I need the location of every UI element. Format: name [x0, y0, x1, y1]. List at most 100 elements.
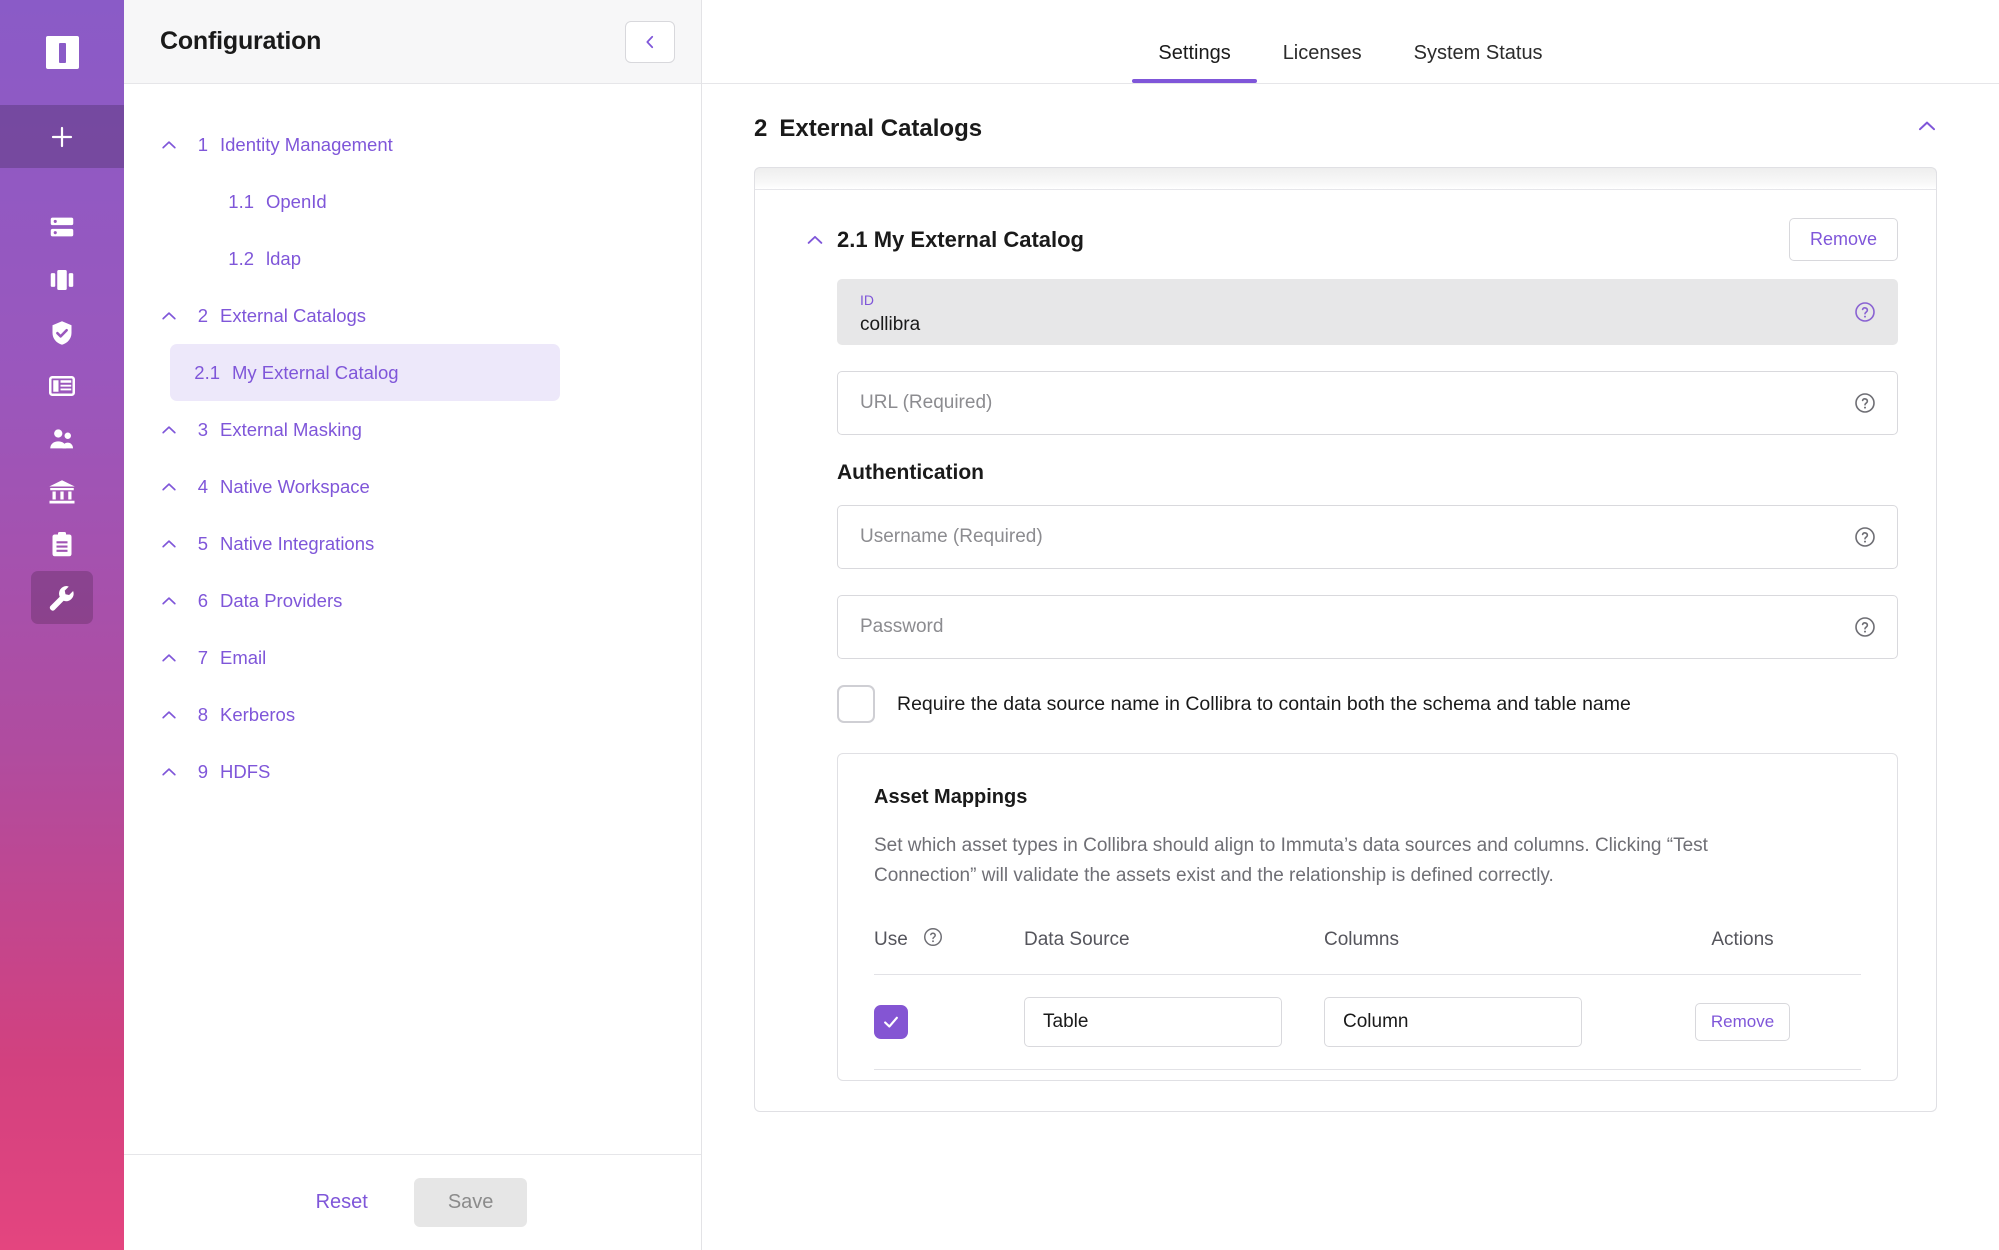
schema-table-name-checkbox-row[interactable]: Require the data source name in Collibra… [837, 685, 1898, 723]
tree-item-label: Identity Management [220, 133, 393, 155]
tree-item-number: 2 [197, 304, 208, 326]
chevron-up-icon[interactable] [152, 420, 186, 440]
use-help-icon[interactable] [922, 926, 944, 954]
previous-catalog-card-stub [754, 167, 1937, 189]
configuration-tree: 1 Identity Management 1.1 OpenId 1.2 ldap 2 Ext… [124, 84, 701, 1154]
tree-item-number: 1 [197, 133, 208, 155]
data-sources-icon [50, 217, 74, 236]
chevron-up-icon [162, 710, 176, 718]
settings-scroll-area[interactable]: 2.1 My External Catalog Remove ID collib… [702, 167, 1999, 1250]
cell-columns: Column [1324, 974, 1624, 1070]
catalog-title: 2.1 My External Catalog [837, 227, 1084, 253]
chevron-up-icon[interactable] [152, 705, 186, 725]
chevron-up-icon [807, 235, 823, 244]
asset-mappings-description: Set which asset types in Collibra should… [874, 835, 1708, 887]
chevron-up-icon[interactable] [152, 591, 186, 611]
sidebar-item-data-sources[interactable] [31, 200, 93, 253]
column-header-data-source: Data Source [1024, 925, 1324, 975]
sidebar-item-audit[interactable] [31, 518, 93, 571]
chevron-up-icon [162, 767, 176, 775]
id-field[interactable]: ID collibra [837, 279, 1898, 345]
chevron-up-icon[interactable] [152, 306, 186, 326]
tree-item-external-catalogs[interactable]: 2 External Catalogs [124, 287, 701, 344]
app-root: Configuration 1 Identity Management 1.1 Ope… [0, 0, 1999, 1250]
tree-item-my-external-catalog[interactable]: 2.1 My External Catalog [170, 344, 560, 401]
tab-licenses[interactable]: Licenses [1257, 42, 1388, 83]
catalog-card-header: 2.1 My External Catalog Remove [793, 190, 1898, 279]
sidebar-item-app-settings[interactable] [31, 571, 93, 624]
username-field[interactable]: Username (Required) [837, 505, 1898, 569]
chevron-up-icon[interactable] [152, 477, 186, 497]
catalog-card: 2.1 My External Catalog Remove ID collib… [754, 189, 1937, 1112]
tree-item-label: Native Workspace [220, 475, 370, 497]
sidebar-item-projects[interactable] [31, 253, 93, 306]
tree-item-openid[interactable]: 1.1 OpenId [124, 173, 701, 230]
tree-item-label: Email [220, 646, 267, 668]
tree-item-native-workspace[interactable]: 4 Native Workspace [124, 458, 701, 515]
tree-item-ldap[interactable]: 1.2 ldap [124, 230, 701, 287]
id-field-value: collibra [860, 314, 921, 336]
tree-item-label: Kerberos [220, 703, 296, 725]
tree-item-email[interactable]: 7 Email [124, 629, 701, 686]
logo-bar [58, 42, 66, 63]
section-number: 2 [754, 114, 768, 142]
top-tab-bar: Settings Licenses System Status [702, 0, 1999, 84]
row-use-checkbox[interactable] [874, 1004, 908, 1039]
sidebar-item-people[interactable] [31, 412, 93, 465]
tree-item-data-providers[interactable]: 6 Data Providers [124, 572, 701, 629]
rail-item-list [0, 200, 124, 624]
tree-item-number: 6 [197, 589, 208, 611]
chevron-up-icon [162, 425, 176, 433]
password-help-icon[interactable] [1853, 615, 1877, 639]
reset-button[interactable]: Reset [298, 1181, 386, 1224]
tree-item-kerberos[interactable]: 8 Kerberos [124, 686, 701, 743]
chevron-up-icon[interactable] [152, 648, 186, 668]
remove-catalog-button[interactable]: Remove [1788, 218, 1898, 261]
section-collapse-toggle[interactable] [1915, 114, 1939, 143]
url-help-icon[interactable] [1853, 391, 1877, 415]
column-header-use-label: Use [874, 928, 908, 950]
data-source-input[interactable]: Table [1024, 996, 1282, 1047]
catalog-number: 2.1 [837, 226, 868, 252]
username-help-icon[interactable] [1853, 525, 1877, 549]
chevron-up-icon[interactable] [152, 534, 186, 554]
tree-item-external-masking[interactable]: 3 External Masking [124, 401, 701, 458]
primary-nav-rail [0, 0, 124, 1250]
sidebar-item-dashboards[interactable] [31, 359, 93, 412]
check-icon [884, 1016, 898, 1028]
asset-mappings-title: Asset Mappings [874, 786, 1028, 808]
id-help-icon[interactable] [1853, 300, 1877, 324]
url-field[interactable]: URL (Required) [837, 371, 1898, 435]
password-field-placeholder: Password [860, 616, 944, 637]
chevron-up-icon[interactable] [152, 135, 186, 155]
save-button[interactable]: Save [413, 1178, 528, 1227]
sidebar-item-governance[interactable] [31, 465, 93, 518]
schema-table-name-checkbox[interactable] [837, 685, 875, 723]
tab-settings[interactable]: Settings [1132, 42, 1257, 83]
immuta-logo[interactable] [0, 0, 124, 105]
remove-mapping-button[interactable]: Remove [1694, 1002, 1791, 1041]
section-header-external-catalogs[interactable]: 2 External Catalogs [702, 84, 1999, 167]
tree-item-label: ldap [266, 247, 301, 269]
dashboards-icon [48, 375, 75, 396]
table-row: Table Column Remove [874, 974, 1861, 1070]
tab-system-status[interactable]: System Status [1388, 42, 1569, 83]
chevron-up-icon[interactable] [152, 762, 186, 782]
tree-item-native-integrations[interactable]: 5 Native Integrations [124, 515, 701, 572]
tree-item-identity-management[interactable]: 1 Identity Management [124, 116, 701, 173]
configuration-header: Configuration [124, 0, 701, 84]
catalog-collapse-toggle[interactable] [793, 229, 837, 251]
chevron-left-icon [646, 35, 654, 48]
cell-use [874, 974, 1024, 1070]
collapse-panel-button[interactable] [625, 20, 675, 63]
tree-item-label: My External Catalog [232, 361, 399, 383]
tree-item-hdfs[interactable]: 9 HDFS [124, 743, 701, 800]
tree-item-number: 2.1 [194, 361, 220, 383]
asset-mappings-card: Asset Mappings Set which asset types in … [837, 753, 1898, 1081]
columns-input[interactable]: Column [1324, 996, 1582, 1047]
add-button[interactable] [0, 105, 124, 168]
tree-item-label: Native Integrations [220, 532, 375, 554]
sidebar-item-policies[interactable] [31, 306, 93, 359]
tree-item-label: External Masking [220, 418, 362, 440]
password-field[interactable]: Password [837, 595, 1898, 659]
